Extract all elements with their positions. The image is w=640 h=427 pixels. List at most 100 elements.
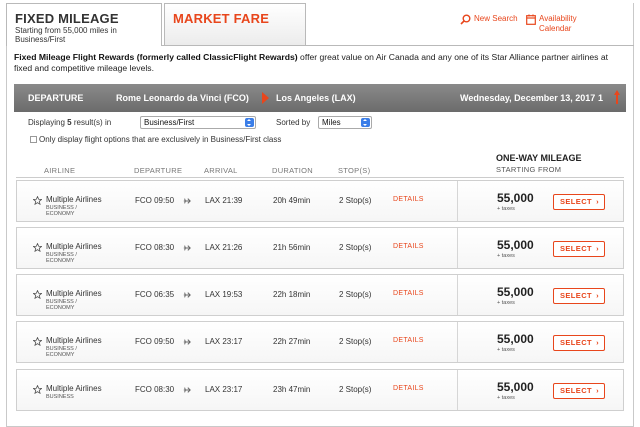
tab-fixed-mileage-title: FIXED MILEAGE xyxy=(15,11,119,26)
intro-bold: Fixed Mileage Flight Rewards (formerly c… xyxy=(14,52,298,62)
row-divider xyxy=(457,181,458,221)
select-label: SELECT xyxy=(560,291,592,300)
chevron-right-icon: › xyxy=(596,244,599,253)
select-button[interactable]: SELECT › xyxy=(553,194,605,210)
stops: 2 Stop(s) xyxy=(339,385,372,394)
tab-market-fare-title: MARKET FARE xyxy=(173,11,270,26)
airline-name: Multiple Airlines xyxy=(46,289,102,298)
arrival-time: LAX 23:17 xyxy=(205,385,243,394)
cabin-class: BUSINESS / ECONOMY xyxy=(46,299,106,311)
departure-date: Wednesday, December 13, 2017 xyxy=(460,93,596,103)
select-button[interactable]: SELECT › xyxy=(553,241,605,257)
row-divider xyxy=(457,275,458,315)
star-outline-icon[interactable] xyxy=(33,243,42,252)
plane-icon xyxy=(183,245,191,251)
taxes-label: + taxes xyxy=(497,300,515,306)
select-button[interactable]: SELECT › xyxy=(553,288,605,304)
airline-name: Multiple Airlines xyxy=(46,336,102,345)
stops: 2 Stop(s) xyxy=(339,290,372,299)
airline-name: Multiple Airlines xyxy=(46,384,102,393)
business-only-checkbox[interactable] xyxy=(30,136,37,143)
cabin-class-line2: ECONOMY xyxy=(46,305,75,311)
tab-subtitle-line2: Business/First xyxy=(15,35,66,44)
star-outline-icon[interactable] xyxy=(33,337,42,346)
departure-time: FCO 08:30 xyxy=(135,385,175,394)
search-icon xyxy=(460,14,471,25)
departure-time: FCO 06:35 xyxy=(135,290,175,299)
cabin-select[interactable]: Business/First xyxy=(140,116,256,129)
select-label: SELECT xyxy=(560,197,592,206)
details-link[interactable]: DETAILS xyxy=(393,385,424,392)
mileage-amount: 55,000 xyxy=(497,238,534,252)
airline-name: Multiple Airlines xyxy=(46,195,102,204)
chevron-updown-icon xyxy=(361,118,370,127)
arrival-time: LAX 23:17 xyxy=(205,337,243,346)
duration: 20h 49min xyxy=(273,196,311,205)
cabin-select-value: Business/First xyxy=(144,118,195,127)
cabin-class-line2: ECONOMY xyxy=(46,211,75,217)
star-outline-icon[interactable] xyxy=(33,196,42,205)
mileage-amount: 55,000 xyxy=(497,380,534,394)
col-mileage-title: ONE-WAY MILEAGE xyxy=(496,153,582,163)
row-divider xyxy=(457,322,458,362)
arrival-time: LAX 21:39 xyxy=(205,196,243,205)
taxes-label: + taxes xyxy=(497,253,515,259)
flight-row: Multiple Airlines BUSINESS / ECONOMY FCO 06… xyxy=(16,274,624,316)
cabin-class: BUSINESS / ECONOMY xyxy=(46,205,106,217)
plane-icon xyxy=(183,292,191,298)
star-outline-icon[interactable] xyxy=(33,290,42,299)
tab-subtitle-line1: Starting from 55,000 miles in xyxy=(15,26,117,35)
chevron-right-icon: › xyxy=(596,386,599,395)
departure-bar: DEPARTURE Rome Leonardo da Vinci (FCO) L… xyxy=(14,84,626,112)
details-link[interactable]: DETAILS xyxy=(393,290,424,297)
results-count: 5 xyxy=(67,118,72,127)
tab-fixed-mileage-subtitle: Starting from 55,000 miles in Business/F… xyxy=(15,26,117,44)
taxes-label: + taxes xyxy=(497,206,515,212)
details-link[interactable]: DETAILS xyxy=(393,196,424,203)
stops: 2 Stop(s) xyxy=(339,337,372,346)
select-button[interactable]: SELECT › xyxy=(553,383,605,399)
plane-icon xyxy=(183,387,191,393)
select-label: SELECT xyxy=(560,386,592,395)
row-divider xyxy=(457,370,458,410)
displaying-suffix: result(s) in xyxy=(73,118,112,127)
arrival-time: LAX 19:53 xyxy=(205,290,243,299)
star-outline-icon[interactable] xyxy=(33,385,42,394)
results-summary: Displaying 5 result(s) in xyxy=(28,118,111,127)
mileage-amount: 55,000 xyxy=(497,285,534,299)
row-divider xyxy=(457,228,458,268)
business-only-label: Only display flight options that are exc… xyxy=(39,135,282,144)
duration: 22h 27min xyxy=(273,337,311,346)
calendar-icon xyxy=(526,14,536,25)
duration: 23h 47min xyxy=(273,385,311,394)
sort-select[interactable]: Miles xyxy=(318,116,372,129)
availability-calendar-link[interactable]: Availability Calendar xyxy=(526,14,577,34)
col-arrival: ARRIVAL xyxy=(204,166,238,175)
stops: 2 Stop(s) xyxy=(339,243,372,252)
mileage-amount: 55,000 xyxy=(497,191,534,205)
chevron-right-icon: › xyxy=(596,291,599,300)
flight-row: Multiple Airlines BUSINESS / ECONOMY FCO 08… xyxy=(16,227,624,269)
details-link[interactable]: DETAILS xyxy=(393,337,424,344)
duration: 22h 18min xyxy=(273,290,311,299)
details-link[interactable]: DETAILS xyxy=(393,243,424,250)
flight-row: Multiple Airlines BUSINESS FCO 08:30 LAX 23… xyxy=(16,369,624,411)
sorted-by-label: Sorted by xyxy=(276,118,310,127)
tab-fixed-mileage[interactable]: FIXED MILEAGE Starting from 55,000 miles… xyxy=(6,3,162,46)
header-divider xyxy=(16,177,624,178)
tab-divider xyxy=(162,45,634,46)
select-button[interactable]: SELECT › xyxy=(553,335,605,351)
arrow-right-icon xyxy=(262,92,269,104)
sorted-by-text: Sorted by xyxy=(276,118,311,127)
select-label: SELECT xyxy=(560,244,592,253)
chevron-updown-icon xyxy=(245,118,254,127)
departure-time: FCO 09:50 xyxy=(135,196,175,205)
chevron-right-icon: › xyxy=(596,197,599,206)
duration: 21h 56min xyxy=(273,243,311,252)
availability-calendar-label: Availability Calendar xyxy=(539,14,577,34)
departure-index: 1 xyxy=(598,93,604,103)
new-search-link[interactable]: New Search xyxy=(460,14,518,25)
tab-market-fare[interactable]: MARKET FARE xyxy=(164,3,306,45)
departure-time: FCO 09:50 xyxy=(135,337,175,346)
flight-row: Multiple Airlines BUSINESS / ECONOMY FCO 09… xyxy=(16,180,624,222)
